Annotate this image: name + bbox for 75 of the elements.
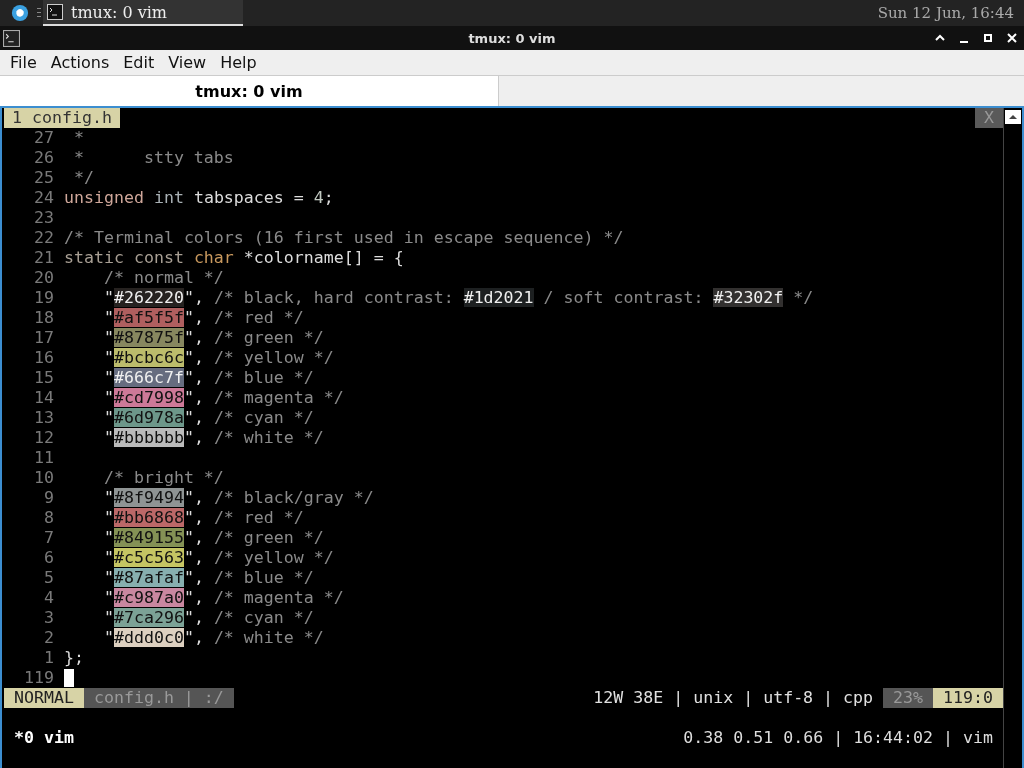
line-number: 3 xyxy=(43,608,55,628)
taskbar-window-button[interactable]: tmux: 0 vim xyxy=(43,0,243,26)
line-number: 27 xyxy=(33,128,55,148)
tmux-status: 0.38 0.51 0.66 | 16:44:02 | vim xyxy=(683,728,993,748)
line-number: 20 xyxy=(33,268,55,288)
code-line: "#c987a0", /* magenta */ xyxy=(102,588,344,608)
status-info: 12W 38E | unix | utf-8 | cpp xyxy=(592,688,875,708)
vim-tab[interactable]: 1 config.h xyxy=(4,108,120,128)
code-line: /* normal */ xyxy=(102,268,224,288)
menu-item[interactable]: Actions xyxy=(50,53,110,72)
code-line: "#cd7998", /* magenta */ xyxy=(102,388,344,408)
line-number: 15 xyxy=(33,368,55,388)
code-line: "#7ca296", /* cyan */ xyxy=(102,608,314,628)
code-line: "#849155", /* green */ xyxy=(102,528,324,548)
terminal-icon xyxy=(47,4,63,20)
line-number: 16 xyxy=(33,348,55,368)
code-line: * stty tabs xyxy=(73,148,234,168)
code-line: "#bcbc6c", /* yellow */ xyxy=(102,348,334,368)
window-title: tmux: 0 vim xyxy=(468,30,556,46)
line-number: 17 xyxy=(33,328,55,348)
code-line: "#bbbbbb", /* white */ xyxy=(102,428,324,448)
code-line: "#262220", /* black, hard contrast: #1d2021 / soft contrast: #32302f */ xyxy=(102,288,814,308)
maximize-icon[interactable] xyxy=(982,32,994,44)
line-number: 9 xyxy=(43,488,55,508)
line-number: 8 xyxy=(43,508,55,528)
code-line: "#c5c563", /* yellow */ xyxy=(102,548,334,568)
code-line: "#bb6868", /* red */ xyxy=(102,508,304,528)
line-number: 22 xyxy=(33,228,55,248)
line-number: 1 xyxy=(43,648,55,668)
code-line: */ xyxy=(73,168,94,188)
code-line: "#6d978a", /* cyan */ xyxy=(102,408,314,428)
code-line: }; xyxy=(64,648,84,668)
menu-item[interactable]: Edit xyxy=(123,53,155,72)
line-number: 18 xyxy=(33,308,55,328)
code-line: "#666c7f", /* blue */ xyxy=(102,368,314,388)
menu-item[interactable]: Help xyxy=(220,53,257,72)
line-number: 11 xyxy=(33,448,55,468)
line-number: 13 xyxy=(33,408,55,428)
line-number: 4 xyxy=(43,588,55,608)
tmux-window-list: *0 vim xyxy=(14,728,74,748)
code-line: "#87875f", /* green */ xyxy=(102,328,324,348)
code-line: "#af5f5f", /* red */ xyxy=(102,308,304,328)
clock: Sun 12 Jun, 16:44 xyxy=(877,4,1014,22)
line-number: 23 xyxy=(33,208,55,228)
app-logo-icon[interactable] xyxy=(11,4,29,22)
terminal-icon xyxy=(3,29,20,47)
scroll-up-icon[interactable] xyxy=(1005,110,1021,124)
line-number: 24 xyxy=(33,188,55,208)
line-number: 7 xyxy=(43,528,55,548)
code-line: unsigned int tabspaces = 4; xyxy=(64,188,334,208)
code-line: * xyxy=(73,128,84,148)
vim-mode: NORMAL xyxy=(4,688,84,708)
code-line: /* bright */ xyxy=(102,468,224,488)
line-number: 26 xyxy=(33,148,55,168)
line-number: 2 xyxy=(43,628,55,648)
code-line: "#87afaf", /* blue */ xyxy=(102,568,314,588)
line-number: 12 xyxy=(33,428,55,448)
line-number: 14 xyxy=(33,388,55,408)
code-line: static const char *colorname[] = { xyxy=(64,248,404,268)
line-number: 5 xyxy=(43,568,55,588)
line-number: 6 xyxy=(43,548,55,568)
code-line: "#ddd0c0", /* white */ xyxy=(102,628,324,648)
line-number: 25 xyxy=(33,168,55,188)
status-percent: 23% xyxy=(883,688,934,708)
menu-item[interactable]: View xyxy=(168,53,207,72)
menu-item[interactable]: File xyxy=(10,53,37,72)
line-number: 119 xyxy=(23,668,55,688)
line-number: 19 xyxy=(33,288,55,308)
line-number: 10 xyxy=(33,468,55,488)
terminal-tab[interactable]: tmux: 0 vim xyxy=(0,76,499,106)
code-line: /* Terminal colors (16 first used in escape sequence) */ xyxy=(64,228,624,248)
status-file: config.h | :/ xyxy=(83,688,234,708)
status-position: 119:0 xyxy=(933,688,1003,708)
line-number: 21 xyxy=(33,248,55,268)
close-icon[interactable] xyxy=(1006,32,1018,44)
